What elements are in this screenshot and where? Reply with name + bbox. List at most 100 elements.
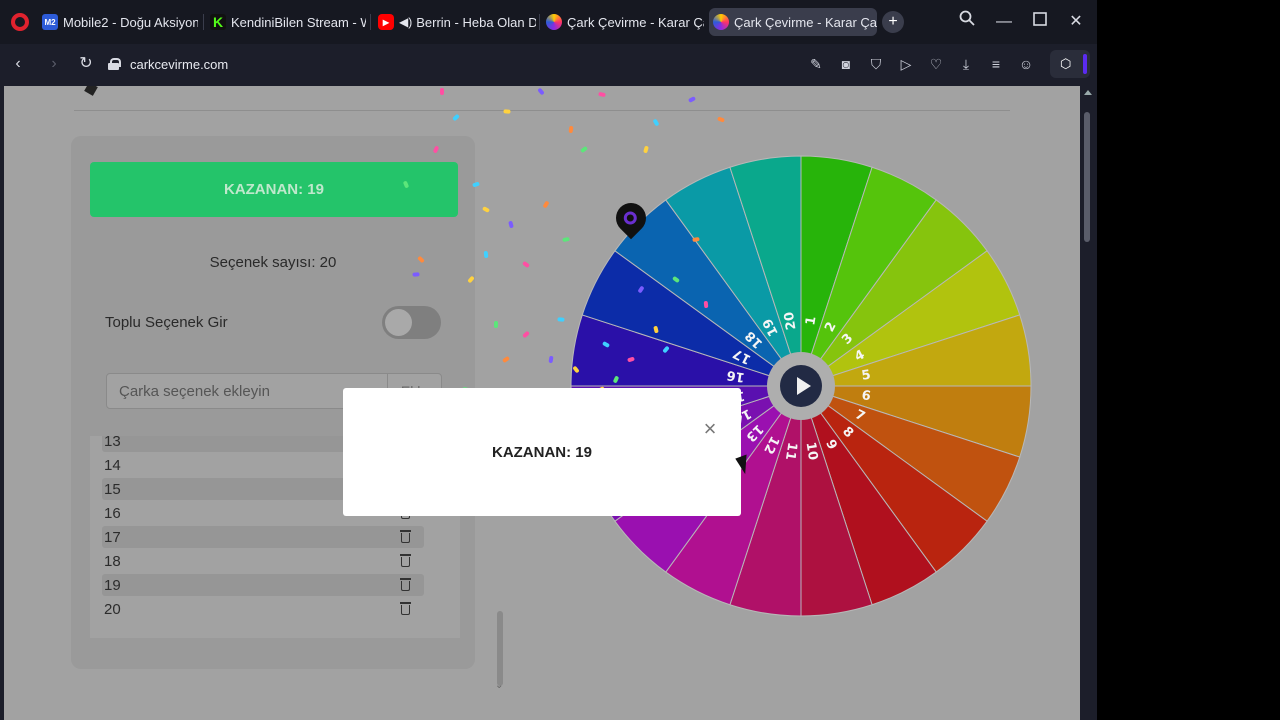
scroll-thumb[interactable] [1084, 112, 1090, 242]
tab-label: Berrin - Heba Olan Dü [416, 14, 536, 30]
wheel-label: 20 [782, 311, 800, 331]
option-label: 18 [104, 553, 121, 570]
tab-label: Mobile2 - Doğu Aksiyonu [63, 14, 198, 30]
tab-label: KendiniBilen Stream - Wat [231, 14, 366, 30]
winner-banner: KAZANAN: 19 [90, 162, 458, 217]
confetti-piece [568, 125, 574, 134]
play-icon [797, 377, 811, 395]
option-label: 16 [104, 505, 121, 522]
chevron-down-icon[interactable]: ⌄ [495, 680, 503, 691]
list-item: 17 [102, 526, 424, 548]
trash-icon[interactable] [400, 578, 411, 591]
option-label: 14 [104, 457, 121, 474]
option-label: 17 [104, 529, 121, 546]
confetti-piece [452, 113, 460, 122]
confetti-piece [579, 145, 589, 154]
extensions-box[interactable]: ⬡ [1050, 50, 1090, 78]
confetti-piece [557, 317, 565, 322]
search-tabs-icon[interactable] [955, 10, 979, 34]
confetti-piece [537, 87, 545, 96]
confetti-piece [412, 272, 420, 277]
menu-icon[interactable]: ≡ [986, 54, 1006, 74]
list-scrollbar[interactable] [497, 611, 503, 686]
speaker-icon[interactable]: ◀) [399, 15, 412, 29]
address-bar: ‹ › ↻ carkcevirme.com ✎ ◙ ⛉ ▷ ♡ ⤓ ≡ ☺ ⬡ [0, 44, 1097, 84]
tab-cark-active[interactable]: Çark Çevirme - Karar Çark [709, 8, 877, 36]
spin-button[interactable] [767, 352, 835, 420]
spin-button-inner [780, 365, 822, 407]
confetti-piece [493, 320, 499, 329]
back-icon[interactable]: ‹ [6, 52, 30, 76]
confetti-piece [652, 118, 660, 127]
heart-icon[interactable]: ♡ [926, 54, 946, 74]
tab-bar: M2 Mobile2 - Doğu Aksiyonu K KendiniBile… [0, 0, 1097, 44]
cube-icon[interactable]: ⬡ [1060, 56, 1071, 72]
winner-modal: KAZANAN: 19 × [343, 388, 741, 516]
url-text[interactable]: carkcevirme.com [130, 57, 228, 72]
option-count: Seçenek sayısı: 20 [209, 254, 337, 271]
reload-icon[interactable]: ↻ [74, 52, 98, 76]
tab-cark-1[interactable]: Çark Çevirme - Karar Çarkı [542, 8, 704, 36]
scroll-up-icon[interactable] [1084, 90, 1092, 95]
confetti-piece [440, 88, 444, 95]
confetti-piece [472, 181, 480, 188]
tab-separator [203, 14, 204, 30]
confetti-piece [562, 236, 570, 243]
toggle-knob [385, 309, 412, 336]
tab-kendinibilen[interactable]: K KendiniBilen Stream - Wat [206, 8, 366, 36]
confetti-piece [521, 260, 531, 269]
confetti-piece [542, 200, 550, 209]
confetti-piece [687, 96, 697, 103]
wheel-label: 16 [726, 367, 746, 385]
send-icon[interactable]: ▷ [896, 54, 916, 74]
tab-label: Çark Çevirme - Karar Çark [734, 14, 877, 30]
option-label: 13 [104, 436, 121, 450]
option-label: 19 [104, 577, 121, 594]
close-icon[interactable]: × [699, 418, 721, 440]
logo-fragment [84, 86, 98, 96]
forward-icon[interactable]: › [42, 52, 66, 76]
adblock-shield-icon[interactable]: ⛉ [866, 54, 886, 74]
minimize-icon[interactable]: — [992, 10, 1016, 34]
tab-label: Çark Çevirme - Karar Çarkı [567, 14, 704, 30]
modal-winner-text: KAZANAN: 19 [491, 444, 592, 461]
confetti-piece [481, 206, 491, 213]
pointer-dot [621, 208, 640, 228]
bulk-entry-label: Toplu Seçenek Gir [105, 314, 228, 331]
camera-icon[interactable]: ◙ [836, 54, 856, 74]
close-window-icon[interactable]: ✕ [1064, 10, 1088, 34]
sidebar-accent [1083, 54, 1087, 74]
confetti-piece [548, 355, 554, 364]
confetti-piece [703, 300, 709, 309]
download-icon[interactable]: ⤓ [956, 54, 976, 74]
bulk-entry-toggle[interactable] [382, 306, 441, 339]
option-label: 15 [104, 481, 121, 498]
confetti-piece [643, 145, 649, 154]
lock-icon [108, 58, 121, 70]
confetti-piece [522, 330, 530, 339]
tab-berrin[interactable]: ▶ ◀) Berrin - Heba Olan Dü [374, 8, 536, 36]
profile-icon[interactable]: ☺ [1016, 54, 1036, 74]
confetti-piece [503, 109, 511, 114]
confetti-piece [717, 116, 725, 123]
url-field[interactable]: carkcevirme.com [108, 52, 808, 76]
tab-mobile2[interactable]: M2 Mobile2 - Doğu Aksiyonu [38, 8, 198, 36]
list-item: 18 [102, 550, 424, 572]
confetti-piece [598, 91, 606, 98]
edit-icon[interactable]: ✎ [806, 54, 826, 74]
trash-icon[interactable] [400, 554, 411, 567]
page-scrollbar[interactable] [1080, 86, 1097, 720]
trash-icon[interactable] [400, 602, 411, 615]
list-item: 20 [102, 598, 424, 620]
confetti-piece [483, 250, 489, 259]
confetti-piece [508, 220, 514, 229]
header-divider [74, 110, 1010, 111]
kick-favicon-icon: K [210, 14, 226, 30]
maximize-icon[interactable] [1028, 10, 1052, 34]
new-tab-button[interactable]: + [882, 11, 904, 33]
trash-icon[interactable] [400, 530, 411, 543]
wheel-label: 11 [782, 441, 800, 461]
tab-separator [370, 14, 371, 30]
opera-logo-icon[interactable] [11, 13, 29, 31]
mobile2-favicon-icon: M2 [42, 14, 58, 30]
